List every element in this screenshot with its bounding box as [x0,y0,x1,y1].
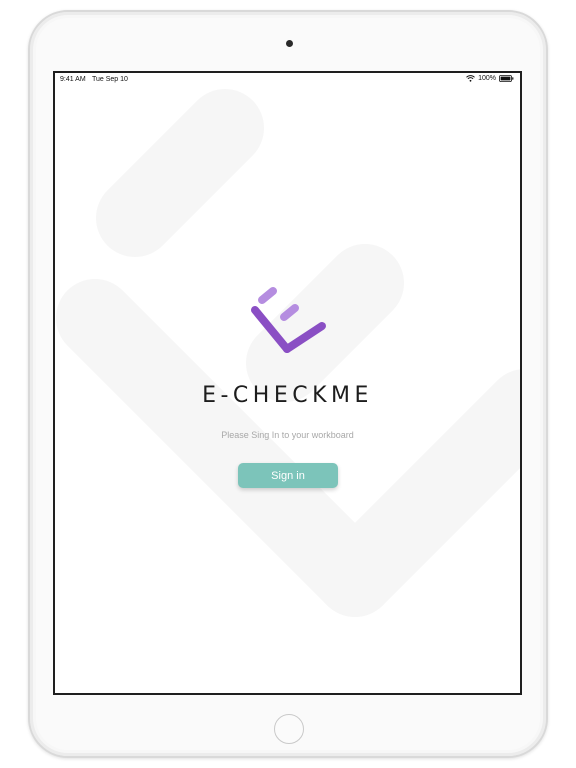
front-camera [286,40,293,47]
app-screen: 9:41 AM Tue Sep 10 100% E-CHECKME Please… [53,71,522,695]
app-title: E-CHECKME [202,383,373,408]
signin-subtitle: Please Sing In to your workboard [221,430,354,440]
status-indicators: 100% [466,75,514,82]
echeckme-logo-icon [251,287,326,353]
signin-button[interactable]: Sign in [238,463,338,488]
battery-percent: 100% [478,75,496,82]
status-bar: 9:41 AM Tue Sep 10 100% [55,73,520,87]
home-button[interactable] [274,714,304,744]
status-date: Tue Sep 10 [92,76,128,83]
status-time: 9:41 AM [60,76,86,83]
battery-icon [499,75,514,82]
wifi-icon [466,75,475,82]
